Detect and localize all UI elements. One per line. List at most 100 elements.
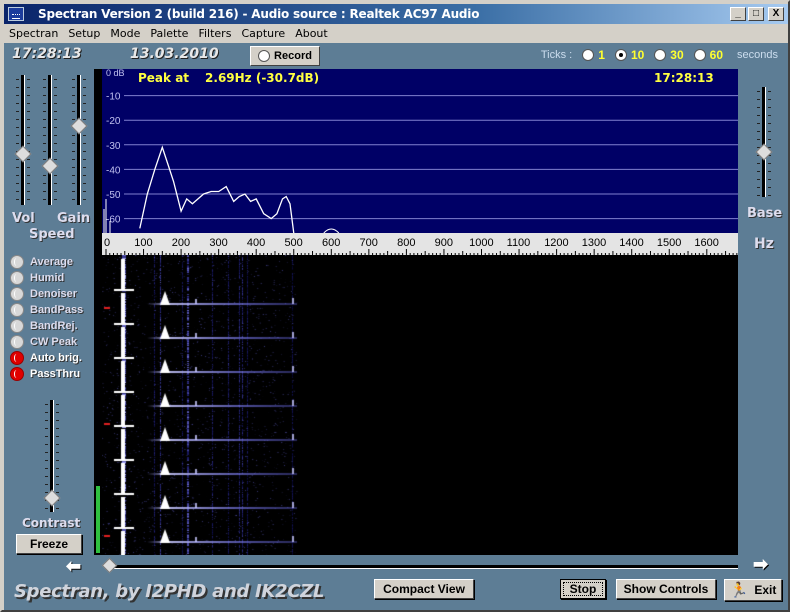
waterfall-display[interactable] (102, 255, 738, 555)
credits-text: Spectran, by I2PHD and IK2CZL (14, 581, 325, 602)
db-tick-label: -20 (106, 116, 121, 127)
freq-tick-label: 300 (209, 237, 227, 249)
running-man-icon: 🏃 (729, 582, 749, 599)
client-area: 17:28:13 13.03.2010 Record Ticks : 1 10 … (4, 43, 788, 610)
contrast-slider[interactable] (43, 400, 61, 512)
menu-capture[interactable]: Capture (236, 27, 290, 40)
option-label: BandPass (30, 304, 84, 316)
scroll-left-arrow-icon[interactable]: ⬅ (66, 556, 81, 577)
spectrum-time: 17:28:13 (654, 71, 714, 85)
date: 13.03.2010 (130, 46, 219, 62)
menu-about[interactable]: About (290, 27, 333, 40)
compact-view-button[interactable]: Compact View (374, 579, 474, 599)
menu-filters[interactable]: Filters (193, 27, 236, 40)
vol-slider[interactable] (14, 75, 32, 205)
db-tick-label: 0 dB (106, 69, 125, 78)
base-slider[interactable] (755, 87, 773, 197)
freq-tick-label: 0 (104, 237, 110, 249)
ticks-value-1: 1 (598, 48, 605, 62)
menu-spectran[interactable]: Spectran (4, 27, 63, 40)
ticks-radio-60[interactable] (693, 49, 706, 61)
freq-tick-label: 1200 (544, 237, 568, 249)
freq-tick-label: 1100 (507, 237, 531, 249)
option-label: BandRej. (30, 320, 78, 332)
exit-label: Exit (754, 583, 777, 597)
scroll-right-arrow-icon[interactable]: ➡ (753, 554, 768, 575)
ticks-label: Ticks : (540, 49, 573, 61)
menu-setup[interactable]: Setup (63, 27, 105, 40)
freq-tick-label: 200 (172, 237, 190, 249)
freq-tick-label: 900 (435, 237, 453, 249)
spectrum-plot: 0 dB -10 -20 -30 -40 -50 -60 (103, 69, 738, 233)
minimize-button[interactable]: _ (730, 7, 746, 21)
frequency-axis[interactable]: 0 100 200 300 400 500 600 700 800 900 1000 1100 1200… (102, 233, 738, 255)
option-bandpass[interactable]: BandPass (10, 302, 83, 318)
menu-bar: Spectran Setup Mode Palette Filters Capt… (4, 24, 788, 43)
freq-tick-label: 1300 (582, 237, 606, 249)
ticks-radio-1[interactable] (582, 49, 595, 61)
db-tick-label: -40 (106, 165, 121, 176)
ticks-value-30: 30 (670, 48, 684, 62)
hz-label: Hz (754, 236, 774, 252)
option-passthru[interactable]: PassThru (10, 366, 80, 382)
contrast-label: Contrast (22, 516, 81, 530)
ticks-selector: Ticks : 1 10 30 60 seconds (541, 48, 778, 62)
toggle-led-icon[interactable] (10, 255, 24, 269)
freq-tick-label: 800 (397, 237, 415, 249)
option-average[interactable]: Average (10, 254, 73, 270)
freq-tick-label: 700 (360, 237, 378, 249)
freq-tick-label: 1000 (469, 237, 493, 249)
option-label: CW Peak (30, 336, 78, 348)
peak-value: 2.69Hz (-30.7dB) (205, 71, 320, 85)
app-icon[interactable] (8, 7, 24, 21)
option-bandrej[interactable]: BandRej. (10, 318, 78, 334)
window-title: Spectran Version 2 (build 216) - Audio s… (38, 7, 480, 21)
waterfall-canvas (102, 255, 738, 555)
freq-tick-label: 1600 (694, 237, 718, 249)
option-humid[interactable]: Humid (10, 270, 64, 286)
ticks-radio-30[interactable] (654, 49, 667, 61)
level-meter (94, 69, 102, 555)
toggle-led-icon[interactable] (10, 319, 24, 333)
show-controls-button[interactable]: Show Controls (616, 579, 716, 599)
exit-button[interactable]: 🏃 Exit (724, 579, 782, 601)
frequency-pan-slider[interactable] (101, 557, 738, 574)
option-label: PassThru (30, 368, 81, 380)
peak-label: Peak at (138, 71, 190, 85)
level-meter-fill (96, 485, 100, 553)
ticks-value-10: 10 (630, 48, 645, 62)
toggle-led-icon[interactable] (10, 303, 24, 317)
toggle-led-icon[interactable] (10, 367, 24, 381)
toggle-led-icon[interactable] (10, 287, 24, 301)
option-cw-peak[interactable]: CW Peak (10, 334, 77, 350)
spectrum-trace (139, 145, 295, 233)
frequency-pan-slider-thumb[interactable] (101, 557, 118, 574)
freq-tick-label: 1500 (657, 237, 681, 249)
freeze-button[interactable]: Freeze (16, 534, 82, 554)
option-auto-brig[interactable]: Auto brig. (10, 350, 82, 366)
title-bar[interactable]: Spectran Version 2 (build 216) - Audio s… (4, 4, 788, 24)
gain-slider[interactable] (70, 75, 88, 205)
maximize-button[interactable]: □ (748, 7, 764, 21)
db-tick-label: -10 (106, 92, 121, 103)
toggle-led-icon[interactable] (10, 271, 24, 285)
speed-label: Speed (29, 227, 75, 242)
stop-button[interactable]: Stop (560, 579, 606, 599)
ticks-radio-10[interactable] (614, 49, 627, 61)
toggle-led-icon[interactable] (10, 335, 24, 349)
record-button[interactable]: Record (250, 46, 320, 66)
spectrum-display[interactable]: 0 dB -10 -20 -30 -40 -50 -60 (102, 69, 738, 233)
option-denoiser[interactable]: Denoiser (10, 286, 77, 302)
peak-readout: Peak at 2.69Hz (-30.7dB) (138, 71, 319, 85)
speed-slider[interactable] (41, 75, 59, 205)
close-button[interactable]: X (768, 7, 784, 21)
clock: 17:28:13 (12, 46, 82, 62)
ticks-value-60: 60 (709, 48, 724, 62)
db-tick-label: -60 (106, 215, 121, 226)
base-label: Base (747, 206, 783, 221)
menu-mode[interactable]: Mode (105, 27, 145, 40)
toggle-led-icon[interactable] (10, 351, 24, 365)
menu-palette[interactable]: Palette (145, 27, 193, 40)
freq-tick-label: 100 (134, 237, 152, 249)
option-label: Denoiser (30, 288, 78, 300)
